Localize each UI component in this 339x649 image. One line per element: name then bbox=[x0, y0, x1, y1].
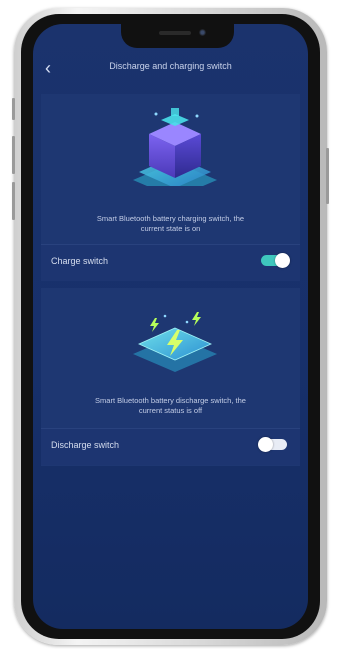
charge-description: Smart Bluetooth battery charging switch,… bbox=[55, 214, 286, 234]
phone-side-button bbox=[12, 98, 15, 120]
charge-switch-row: Charge switch bbox=[41, 244, 300, 281]
phone-side-button bbox=[12, 136, 15, 174]
speaker-grille bbox=[159, 31, 191, 35]
discharge-description-line: Smart Bluetooth battery discharge switch… bbox=[95, 396, 246, 405]
discharge-switch-toggle[interactable] bbox=[258, 437, 287, 452]
charge-description-line: current state is on bbox=[140, 224, 201, 233]
phone-side-button bbox=[326, 148, 329, 204]
phone-side-button bbox=[12, 182, 15, 220]
charge-illustration bbox=[41, 106, 300, 186]
battery-cube-icon bbox=[133, 108, 217, 186]
front-camera bbox=[199, 29, 206, 36]
discharge-description: Smart Bluetooth battery discharge switch… bbox=[55, 396, 286, 416]
charge-panel: Smart Bluetooth battery charging switch,… bbox=[41, 94, 300, 281]
toggle-knob bbox=[275, 253, 290, 268]
app-screen: ‹ Discharge and charging switch Smart Bl… bbox=[33, 24, 308, 629]
discharge-panel: Smart Bluetooth battery discharge switch… bbox=[41, 288, 300, 466]
charge-switch-toggle[interactable] bbox=[261, 253, 290, 268]
phone-notch bbox=[121, 24, 234, 48]
lightning-plate-icon bbox=[133, 312, 217, 372]
toggle-knob bbox=[258, 437, 273, 452]
phone-frame: ‹ Discharge and charging switch Smart Bl… bbox=[12, 8, 329, 645]
discharge-switch-label: Discharge switch bbox=[51, 440, 120, 450]
app-header: ‹ Discharge and charging switch bbox=[33, 58, 308, 82]
charge-description-line: Smart Bluetooth battery charging switch,… bbox=[96, 214, 245, 223]
phone-bezel: ‹ Discharge and charging switch Smart Bl… bbox=[21, 14, 320, 639]
charge-switch-label: Charge switch bbox=[51, 256, 109, 266]
discharge-description-line: current status is off bbox=[138, 406, 203, 415]
page-title: Discharge and charging switch bbox=[109, 61, 232, 71]
discharge-illustration bbox=[41, 298, 300, 378]
discharge-switch-row: Discharge switch bbox=[41, 428, 300, 465]
